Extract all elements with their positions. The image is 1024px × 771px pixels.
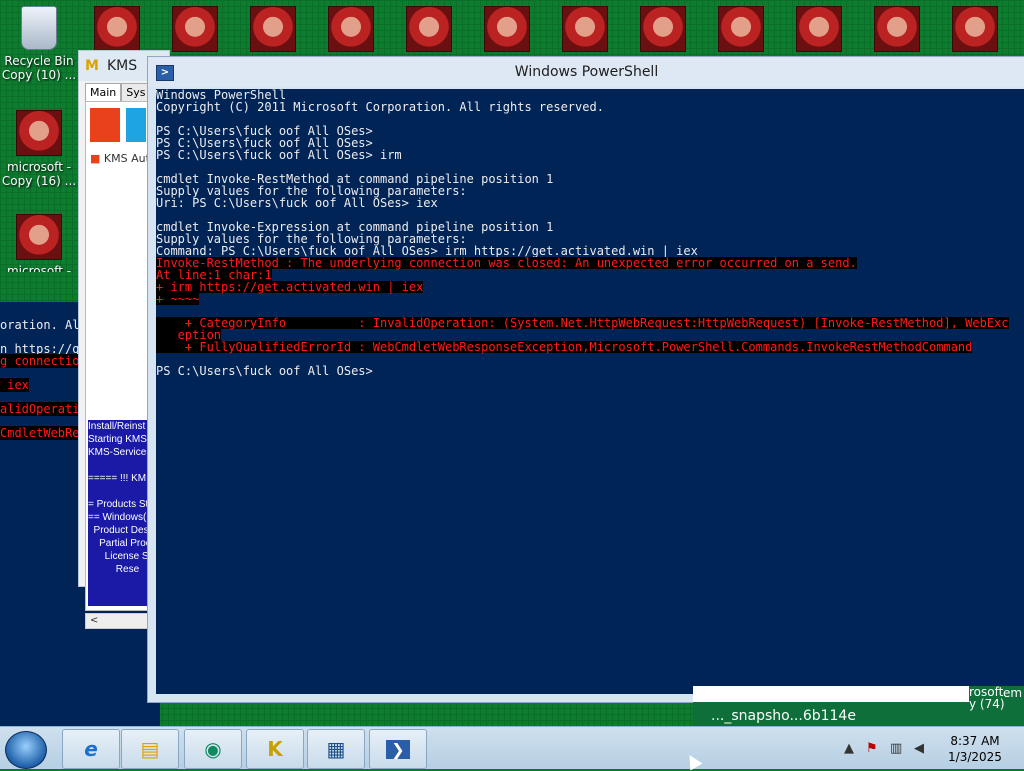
window-title: Windows PowerShell (514, 64, 659, 80)
desktop-icon-microsoft[interactable]: microsoft - (0, 214, 78, 272)
console-error-line: + ~~~~ (156, 293, 1024, 305)
flag-icon[interactable]: ⚑ (866, 741, 878, 756)
kms-brand-label: ■ KMS Aut (90, 152, 150, 165)
volume-icon[interactable]: ◀ (914, 741, 924, 756)
console-error-line: + FullyQualifiedErrorId : WebCmdletWebRe… (156, 341, 1024, 353)
start-button[interactable] (5, 731, 47, 769)
desktop-icon-label: microsoft - Copy (16) ... (1, 160, 77, 188)
wallpaper-photo (250, 6, 296, 52)
console-line: PS C:\Users\fuck oof All OSes> (156, 364, 373, 378)
taskbar: e ▤ ◉ K ▦ ❯ ▲ ⚑ ▥ ◀ 8:37 AM 1/3/2025 (0, 726, 1024, 769)
taskbar-item-file-explorer[interactable]: ▤ (121, 729, 179, 769)
clock-time: 8:37 AM (950, 734, 1000, 748)
wallpaper-photo (562, 6, 608, 52)
control-panel-icon: ▦ (326, 737, 346, 761)
console-error-line: + CategoryInfo : InvalidOperation: (Syst… (156, 317, 1024, 329)
wallpaper-photo (952, 6, 998, 52)
console-error-line: iex (0, 378, 29, 392)
office-logo-icon (90, 108, 120, 142)
console-error-line: alidOperati (0, 402, 80, 416)
fragment-side-text: rosoft y (74) (969, 686, 1005, 710)
powershell-icon: ❯ (386, 739, 410, 759)
wallpaper-photo (640, 6, 686, 52)
desktop-icon-microsoft-copy[interactable]: microsoft - Copy (16) ... (0, 110, 78, 188)
kms-app-icon: M (85, 58, 99, 74)
wallpaper-photo (484, 6, 530, 52)
up-arrow-icon[interactable]: ▲ (844, 741, 854, 756)
desktop-icon-label: microsoft - (6, 264, 72, 272)
network-icon[interactable]: ▥ (890, 741, 902, 756)
console-error-line: CmdletWebRe (0, 426, 80, 440)
powershell-console[interactable]: Windows PowerShell Copyright (C) 2011 Mic… (156, 89, 1024, 694)
kms-icon: K (267, 737, 283, 761)
kms-brand-text: KMS Aut (103, 152, 150, 165)
error-text: + CategoryInfo : InvalidOperation: (Syst… (156, 316, 1009, 330)
fragment-line: y (74) (969, 697, 1005, 711)
wallpaper-photo (328, 6, 374, 52)
wallpaper-photo (718, 6, 764, 52)
wallpaper-photo (406, 6, 452, 52)
scroll-left-icon[interactable]: < (90, 615, 98, 626)
console-error-line: Invoke-RestMethod : The underlying conne… (156, 257, 1024, 269)
windows-logo-icon (126, 108, 146, 142)
wallpaper-photo (874, 6, 920, 52)
console-line: PS C:\Users\fuck oof All OSes> irm (156, 148, 402, 162)
taskbar-item-powershell[interactable]: ❯ (369, 729, 427, 769)
clock-date: 1/3/2025 (948, 750, 1002, 764)
window-fragment-bar (693, 686, 969, 702)
powershell-icon[interactable]: > (156, 65, 174, 81)
kms-small-icon: ■ (90, 152, 101, 165)
fragment-filename: ..._snapsho...6b114e (711, 708, 856, 724)
background-window-fragment[interactable]: rosoft y (74) em ..._snapsho...6b114e (693, 686, 1024, 726)
error-text: + ~~~~ (156, 292, 200, 306)
console-line: Uri: PS C:\Users\fuck oof All OSes> iex (156, 196, 438, 210)
recycle-bin-icon (21, 6, 57, 50)
console-error-line: g connectio (0, 354, 80, 368)
refresh-icon: ◉ (204, 737, 222, 761)
desktop-icon-recycle-bin[interactable]: Recycle Bin Copy (10) ... (0, 6, 78, 82)
powershell-window[interactable]: > Windows PowerShell Windows PowerShell C… (147, 56, 1024, 703)
wallpaper-photo (94, 6, 140, 52)
system-clock[interactable]: 8:37 AM 1/3/2025 (935, 733, 1015, 765)
taskbar-item-internet-explorer[interactable]: e (62, 729, 120, 769)
wallpaper-photo (172, 6, 218, 52)
fragment-right-text: em (1003, 686, 1023, 700)
photo-icon (16, 214, 62, 260)
desktop-icon-label: Recycle Bin Copy (10) ... (1, 54, 77, 82)
taskbar-item-kms[interactable]: K (246, 729, 304, 769)
kms-title: KMS (106, 58, 138, 74)
console-error-line: + irm https://get.activated.win | iex (156, 281, 1024, 293)
console-line: Copyright (C) 2011 Microsoft Corporation… (156, 100, 604, 114)
folder-icon: ▤ (140, 737, 160, 761)
ie-icon: e (84, 737, 98, 761)
photo-icon (16, 110, 62, 156)
taskbar-item-app[interactable]: ◉ (184, 729, 242, 769)
wallpaper-photo (796, 6, 842, 52)
console-line: oration. Al (0, 318, 80, 332)
error-text: + FullyQualifiedErrorId : WebCmdletWebRe… (156, 340, 973, 354)
powershell-titlebar[interactable]: > Windows PowerShell (148, 57, 1024, 87)
tab-main[interactable]: Main (85, 83, 122, 101)
taskbar-item-control-panel[interactable]: ▦ (307, 729, 365, 769)
